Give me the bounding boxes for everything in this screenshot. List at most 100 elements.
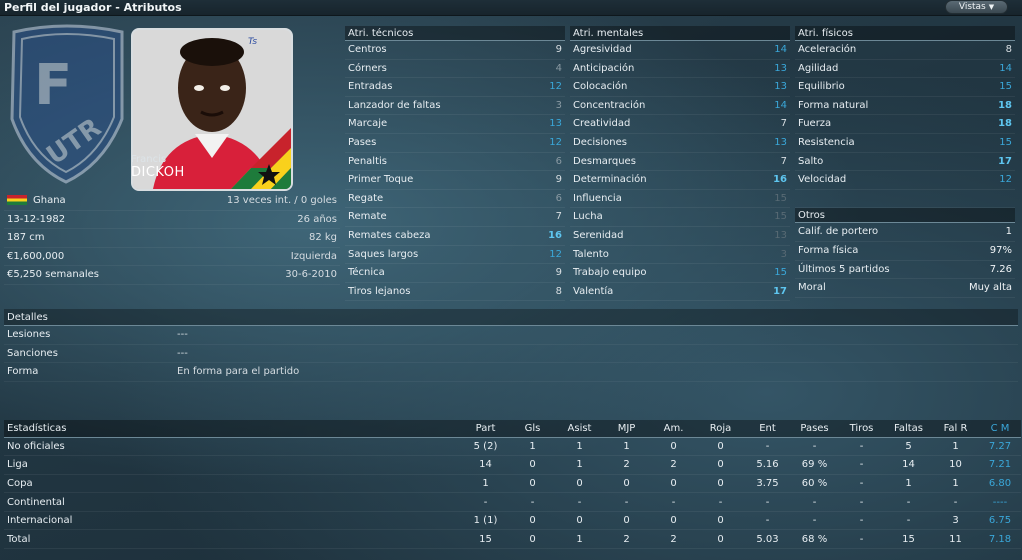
stats-header-pases[interactable]: Pases	[791, 420, 838, 438]
vistas-button[interactable]: Vistas ▼	[945, 0, 1008, 14]
stats-row-no-oficiales[interactable]: No oficiales 5 (2) 1 1 1 0 0- - -5 1 7.27	[4, 437, 1021, 457]
attribute-row-equilibrio[interactable]: Equilibrio 15	[795, 78, 1015, 97]
stats-cell: 1	[556, 455, 603, 475]
physical-attributes: Atri. físicos Aceleración 8 Agilidad 14 Equi…	[795, 26, 1015, 298]
nationality[interactable]: Ghana	[33, 195, 66, 206]
attribute-row-velocidad[interactable]: Velocidad 12	[795, 171, 1015, 190]
attribute-name: Remates cabeza	[348, 229, 431, 241]
attribute-row-ultimos-5-partidos[interactable]: Últimos 5 partidos 7.26	[795, 261, 1015, 280]
attribute-row-desmarques[interactable]: Desmarques 7	[570, 153, 790, 172]
attribute-row-talento[interactable]: Talento 3	[570, 246, 790, 265]
stats-header-faltas[interactable]: Faltas	[885, 420, 932, 438]
details-row-sanciones: Sanciones ---	[4, 345, 1018, 364]
attribute-row-determinacion[interactable]: Determinación 16	[570, 171, 790, 190]
attribute-value: 3	[780, 248, 787, 260]
attribute-row-tecnica[interactable]: Técnica 9	[345, 264, 565, 283]
stats-header-asist[interactable]: Asist	[556, 420, 603, 438]
stats-row-liga[interactable]: Liga 14 0 1 2 2 0 5.16 69 % -14 10 7.21	[4, 455, 1021, 475]
svg-text:F: F	[34, 53, 72, 118]
attribute-name: Agresividad	[573, 44, 632, 55]
stats-header-roja[interactable]: Roja	[697, 420, 744, 438]
stats-cell: 0	[697, 437, 744, 457]
attribute-row-forma-natural[interactable]: Forma natural 18	[795, 97, 1015, 116]
attribute-row-moral[interactable]: Moral Muy alta	[795, 279, 1015, 298]
attribute-row-colocacion[interactable]: Colocación 13	[570, 78, 790, 97]
details-value: ---	[177, 329, 188, 340]
stats-header-am[interactable]: Am.	[650, 420, 697, 438]
stats-cell: -	[556, 492, 603, 512]
stats-cell: 6.75	[979, 511, 1021, 531]
player-info: Ghana 13 veces int. / 0 goles 13-12-1982…	[4, 192, 340, 285]
attribute-row-entradas[interactable]: Entradas 12	[345, 78, 565, 97]
attribute-row-calif-de-portero[interactable]: Calif. de portero 1	[795, 223, 1015, 242]
attribute-name: Aceleración	[798, 44, 857, 55]
stats-header-ent[interactable]: Ent	[744, 420, 791, 438]
attribute-row-tiros-lejanos[interactable]: Tiros lejanos 8	[345, 283, 565, 302]
attribute-row-centros[interactable]: Centros 9	[345, 41, 565, 60]
stats-cell: 0	[509, 511, 556, 531]
age: 26 años	[297, 213, 337, 225]
attribute-name: Córners	[348, 62, 387, 74]
stats-header-mjp[interactable]: MJP	[603, 420, 650, 438]
attribute-value: 9	[555, 44, 562, 55]
stats-cell: -	[462, 492, 509, 512]
stats-cell: Total	[4, 529, 462, 550]
attribute-row-anticipacion[interactable]: Anticipación 13	[570, 60, 790, 79]
attribute-row-remates-cabeza[interactable]: Remates cabeza 16	[345, 227, 565, 246]
attribute-value: 14	[999, 62, 1012, 74]
details-label: Forma	[7, 366, 39, 378]
attribute-row-agresividad[interactable]: Agresividad 14	[570, 41, 790, 60]
stats-header-fal-r[interactable]: Fal R	[932, 420, 979, 438]
stats-cell: -	[744, 437, 791, 457]
attribute-value: 15	[774, 192, 787, 204]
attribute-row-valentia[interactable]: Valentía 17	[570, 283, 790, 302]
stats-cell: 5.03	[744, 529, 791, 550]
stats-cell: 5 (2)	[462, 437, 509, 457]
stats-cell: 0	[650, 474, 697, 494]
attribute-name: Anticipación	[573, 62, 635, 74]
stats-cell: 0	[650, 437, 697, 457]
details-header: Detalles	[4, 309, 1018, 326]
attribute-name: Salto	[798, 155, 824, 167]
stats-row-internacional[interactable]: Internacional 1 (1) 0 0 0 0 0- - - -3 6.75	[4, 511, 1021, 531]
attribute-row-resistencia[interactable]: Resistencia 15	[795, 134, 1015, 153]
attribute-row-concentracion[interactable]: Concentración 14	[570, 97, 790, 116]
attribute-row-serenidad[interactable]: Serenidad 13	[570, 227, 790, 246]
attribute-row-remate[interactable]: Remate 7	[345, 208, 565, 227]
attribute-row-trabajo-equipo[interactable]: Trabajo equipo 15	[570, 264, 790, 283]
attribute-row-fuerza[interactable]: Fuerza 18	[795, 115, 1015, 134]
attribute-row-lanzador-de-faltas[interactable]: Lanzador de faltas 3	[345, 97, 565, 116]
stats-cell: 68 %	[791, 529, 838, 550]
attribute-value: 13	[549, 118, 562, 130]
attribute-name: Pases	[348, 136, 377, 148]
attribute-row-regate[interactable]: Regate 6	[345, 190, 565, 209]
attribute-row-influencia[interactable]: Influencia 15	[570, 190, 790, 209]
stats-header-part[interactable]: Part	[462, 420, 509, 438]
attribute-row-aceleracion[interactable]: Aceleración 8	[795, 41, 1015, 60]
attribute-row-pases[interactable]: Pases 12	[345, 134, 565, 153]
stats-row-continental[interactable]: Continental - - - - - - - - - - - ----	[4, 492, 1021, 512]
attribute-row-primer-toque[interactable]: Primer Toque 9	[345, 171, 565, 190]
stats-row-copa[interactable]: Copa 1 0 0 0 0 0 3.75 60 % -1 1 6.80	[4, 474, 1021, 494]
attribute-value: 6	[555, 155, 562, 167]
stats-row-total[interactable]: Total 15 0 1 2 2 0 5.03 68 % -15 11 7.18	[4, 529, 1021, 550]
stats-cell: 0	[697, 511, 744, 531]
attribute-row-salto[interactable]: Salto 17	[795, 153, 1015, 172]
club-crest-icon: F UTR	[10, 24, 124, 184]
attribute-row-forma-fisica[interactable]: Forma física 97%	[795, 242, 1015, 261]
attribute-row-creatividad[interactable]: Creatividad 7	[570, 115, 790, 134]
attribute-row-agilidad[interactable]: Agilidad 14	[795, 60, 1015, 79]
attribute-name: Serenidad	[573, 229, 624, 241]
stats-header-tiros[interactable]: Tiros	[838, 420, 885, 438]
attribute-row-corners[interactable]: Córners 4	[345, 60, 565, 79]
attribute-row-penaltis[interactable]: Penaltis 6	[345, 153, 565, 172]
attribute-row-lucha[interactable]: Lucha 15	[570, 208, 790, 227]
attribute-name: Talento	[573, 248, 609, 260]
stats-header-gls[interactable]: Gls	[509, 420, 556, 438]
attribute-row-decisiones[interactable]: Decisiones 13	[570, 134, 790, 153]
stats-header-c-m[interactable]: C M	[979, 420, 1021, 438]
attribute-name: Trabajo equipo	[573, 267, 647, 279]
attribute-row-saques-largos[interactable]: Saques largos 12	[345, 246, 565, 265]
attribute-row-marcaje[interactable]: Marcaje 13	[345, 115, 565, 134]
stats-cell: 2	[603, 455, 650, 475]
